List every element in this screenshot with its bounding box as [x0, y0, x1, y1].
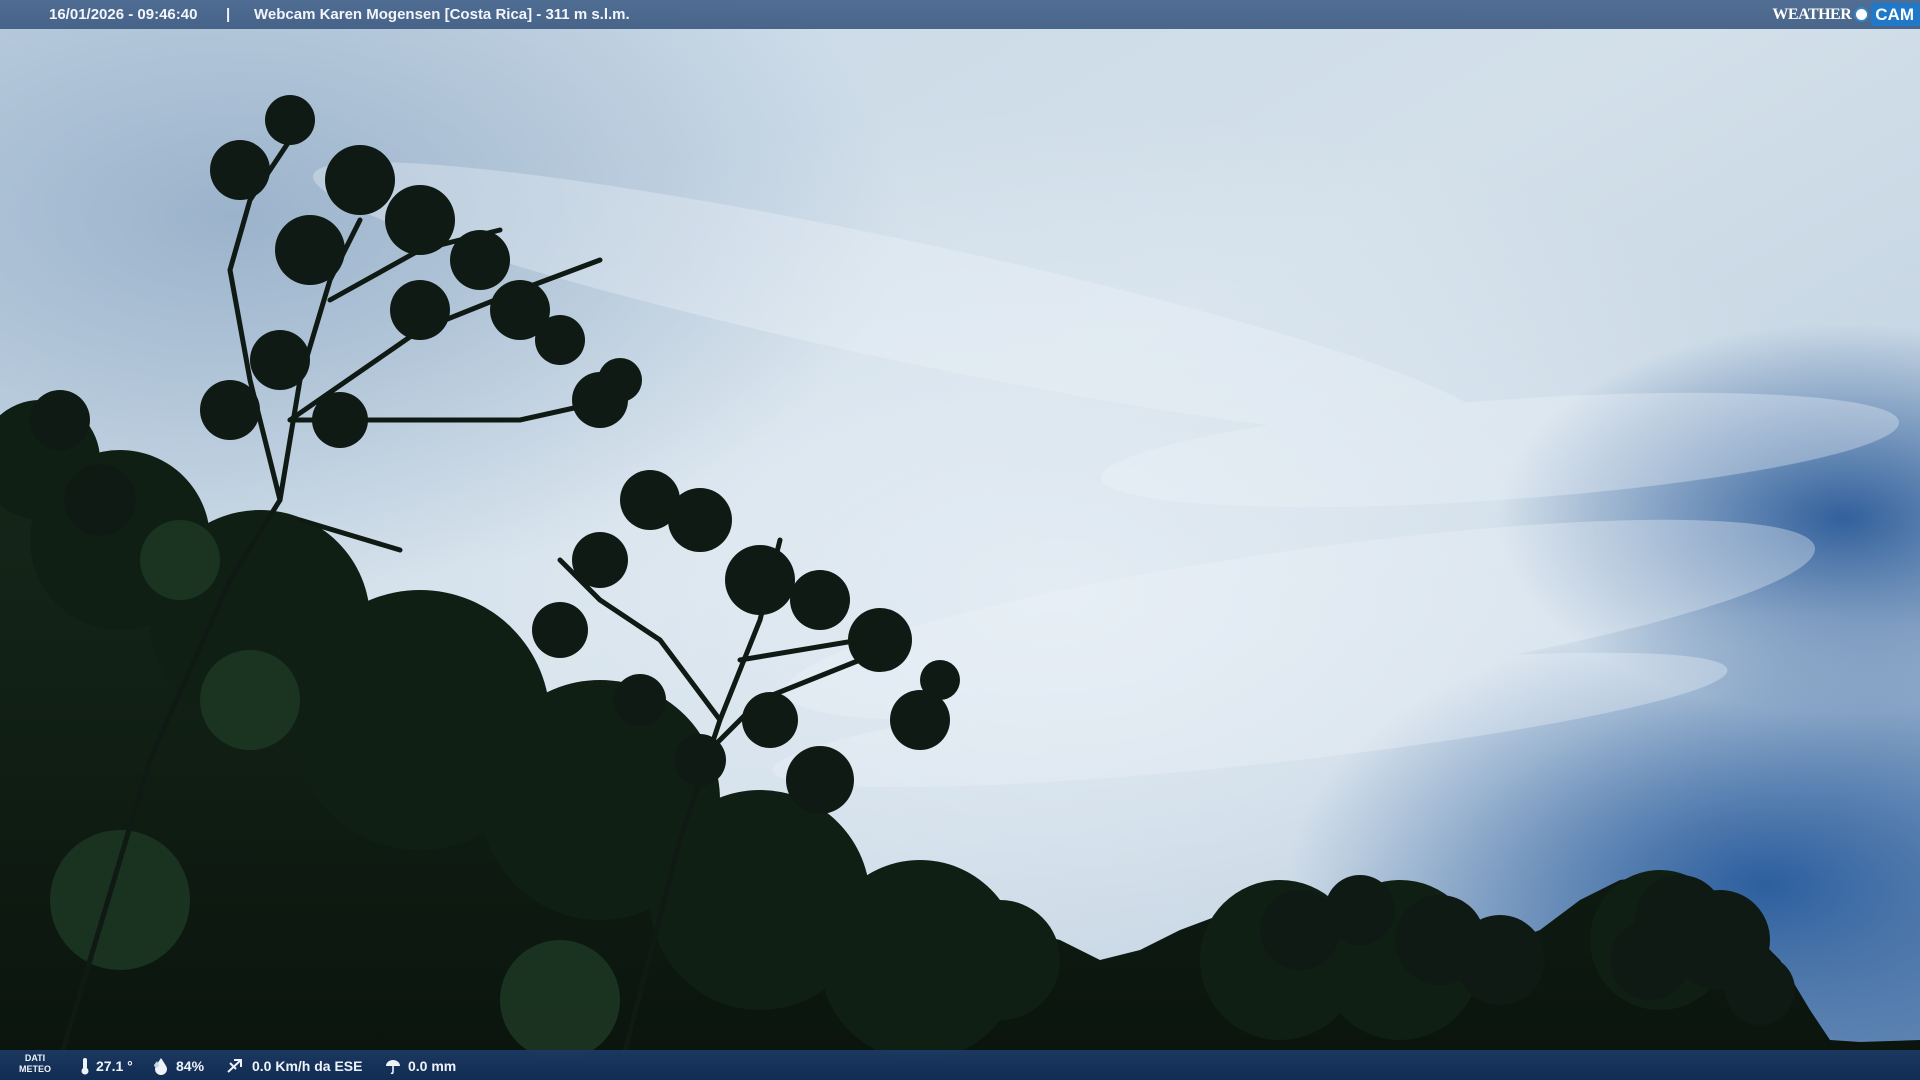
wind-reading: 0.0 Km/h da ESE: [226, 1057, 362, 1075]
webcam-title: Webcam Karen Mogensen [Costa Rica] - 311…: [254, 6, 630, 23]
weather-label-line1: DATI: [24, 1053, 46, 1063]
weathercam-logo: WEATHER CAM: [1772, 0, 1920, 29]
weather-label: DATI METEO: [14, 1053, 56, 1075]
webcam-scene: [0, 0, 1920, 1080]
rain-icon: [386, 1060, 400, 1075]
header-separator: |: [226, 6, 231, 23]
temperature-value: 27.1 °: [96, 1058, 133, 1074]
logo-weather-text: WEATHER: [1772, 5, 1852, 23]
weather-label-line2: METEO: [18, 1064, 51, 1074]
rain-reading: 0.0 mm: [384, 1057, 456, 1075]
rain-value: 0.0 mm: [408, 1058, 457, 1074]
logo-dot-icon: [1854, 7, 1870, 22]
datetime: 16/01/2026 - 09:46:40: [49, 6, 198, 23]
logo-cam-text: CAM: [1871, 3, 1920, 26]
humidity-reading: 84%: [152, 1057, 204, 1075]
humidity-drop-icon: [154, 1058, 167, 1075]
thermometer-icon: [81, 1058, 89, 1075]
wind-value: 0.0 Km/h da ESE: [252, 1058, 363, 1074]
weather-bar: DATI METEO 27.1 ° 84% 0.0 Km/h da ESE 0.…: [0, 1050, 1920, 1080]
webcam-image: [0, 0, 1920, 1080]
header-bar: 16/01/2026 - 09:46:40 | Webcam Karen Mog…: [0, 0, 1920, 29]
temperature-reading: 27.1 °: [80, 1057, 133, 1075]
humidity-value: 84%: [176, 1058, 205, 1074]
wind-icon: [227, 1059, 242, 1073]
